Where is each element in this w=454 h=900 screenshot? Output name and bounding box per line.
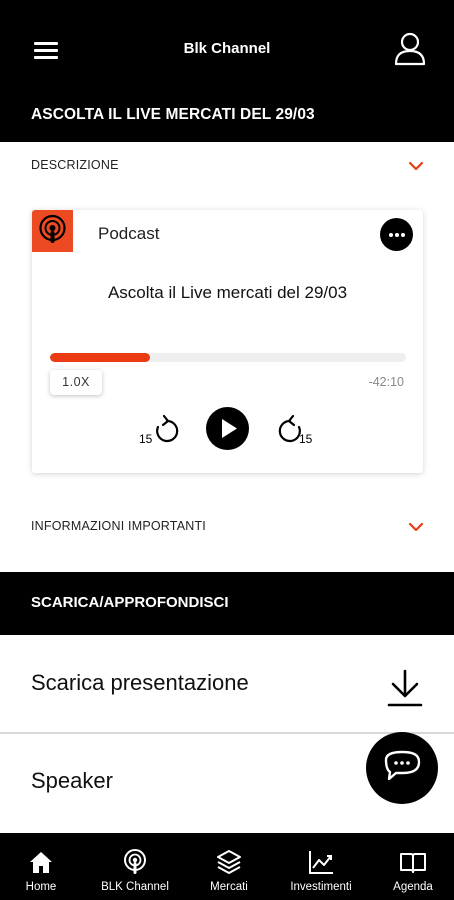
important-info-accordion[interactable]: INFORMAZIONI IMPORTANTI [0,509,454,545]
tab-mercati-label: Mercati [210,881,248,893]
app-title: Blk Channel [183,40,271,57]
speaker-label: Speaker [31,768,113,793]
more-options-button[interactable] [380,218,413,251]
play-button[interactable] [206,407,249,450]
page-title: ASCOLTA IL LIVE MERCATI DEL 29/03 [31,106,315,123]
forward-15-button[interactable]: 15 [272,412,320,448]
chevron-down-icon[interactable] [408,521,424,533]
podcast-player-card: Podcast Ascolta il Live mercati del 29/0… [32,210,423,473]
tab-home-label: Home [25,881,57,893]
podcast-icon [32,210,73,252]
tab-agenda-label: Agenda [393,881,433,893]
progress-track[interactable] [50,353,406,362]
chat-button[interactable] [366,732,438,804]
page-title-bar: ASCOLTA IL LIVE MERCATI DEL 29/03 [0,96,454,142]
tab-investimenti[interactable]: Investimenti [276,833,366,900]
user-profile-icon[interactable] [394,32,426,66]
tab-home[interactable]: Home [0,833,86,900]
download-presentation-row[interactable]: Scarica presentazione [0,636,454,733]
progress-fill [50,353,150,362]
playback-speed-button[interactable]: 1.0X [50,370,102,395]
tab-blk-channel[interactable]: BLK Channel [90,833,180,900]
app-header: Blk Channel [0,0,454,96]
tab-agenda[interactable]: Agenda [368,833,454,900]
episode-title: Ascolta il Live mercati del 29/03 [107,283,348,302]
book-icon [400,853,426,873]
tab-blk-channel-label: BLK Channel [101,881,169,893]
section-title: SCARICA/APPROFONDISCI [31,594,229,611]
remaining-time: -42:10 [368,375,404,389]
layers-icon [217,850,241,874]
home-icon [30,852,52,873]
play-icon [222,419,237,438]
description-accordion[interactable]: DESCRIZIONE [0,148,454,184]
description-label: DESCRIZIONE [31,158,119,172]
podcast-icon [124,849,146,874]
forward-seconds-label: 15 [299,432,313,446]
tab-mercati[interactable]: Mercati [184,833,274,900]
bottom-tab-bar: Home BLK Channel Mercati Investimenti Ag… [0,833,454,900]
chevron-down-icon[interactable] [408,160,424,172]
tab-investimenti-label: Investimenti [290,881,352,893]
important-info-label: INFORMAZIONI IMPORTANTI [31,519,206,533]
podcast-source-label: Podcast [98,224,160,243]
download-presentation-label: Scarica presentazione [31,670,249,695]
rewind-seconds-label: 15 [139,432,153,446]
downloads-section-header: SCARICA/APPROFONDISCI [0,572,454,635]
rewind-15-button[interactable]: 15 [137,412,185,448]
download-icon[interactable] [386,668,424,708]
chart-icon [309,851,333,874]
chat-bubble-icon [384,750,421,781]
